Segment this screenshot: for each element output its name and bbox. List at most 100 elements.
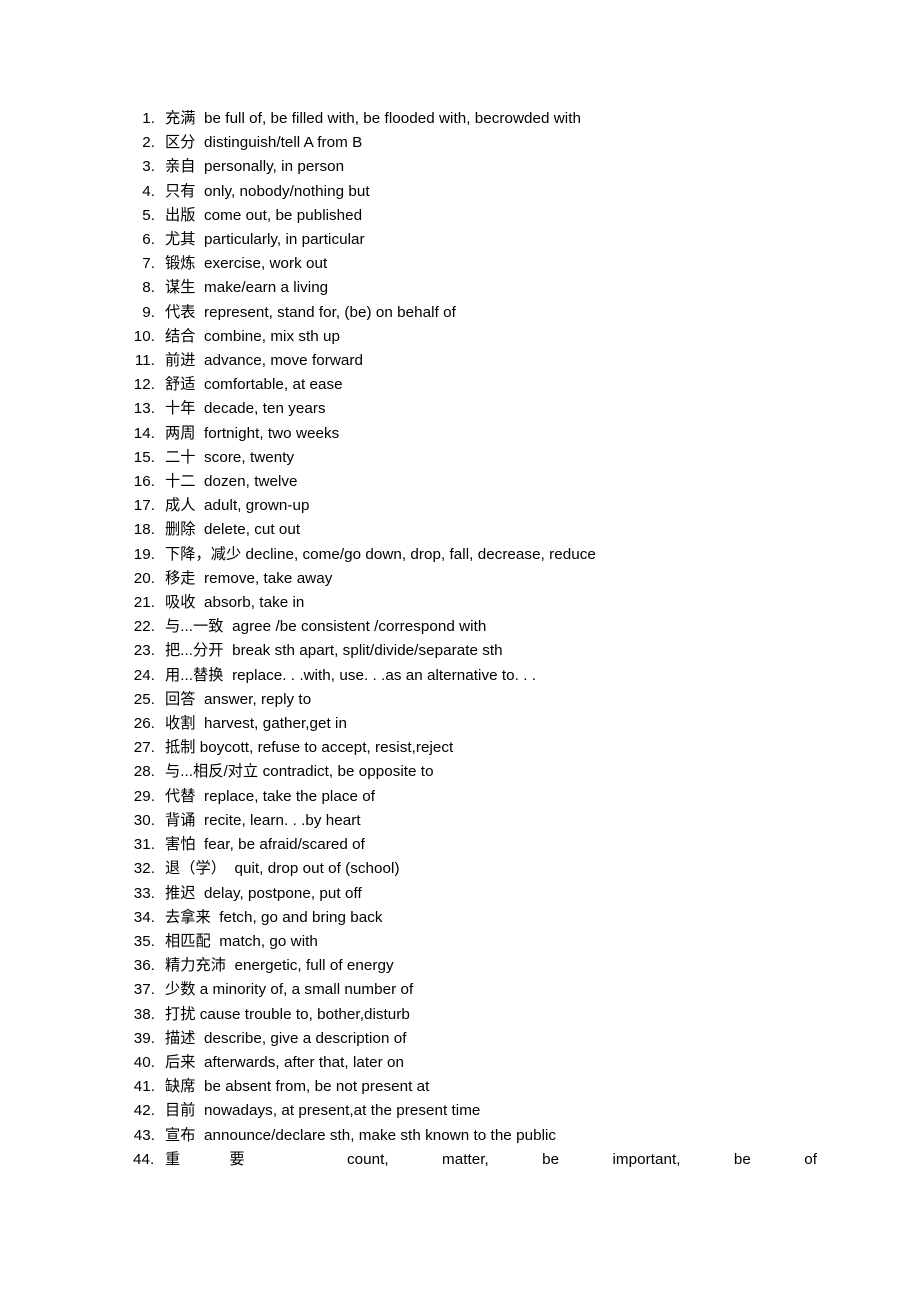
list-item: 13. 十年 decade, ten years [133,397,788,421]
list-item-term: 相匹配 [165,932,211,950]
list-item: 2. 区分 distinguish/tell A from B [133,131,788,155]
list-item-number: 30. [133,811,155,829]
list-item-term: 退（学） [165,860,226,878]
list-item: 17. 成人 adult, grown-up [133,494,788,518]
list-item-gloss: particularly, in particular [204,231,365,249]
list-item: 42. 目前 nowadays, at present,at the presen… [133,1099,788,1123]
list-item-term: 十二 [165,473,196,491]
list-item: 25. 回答 answer, reply to [133,688,788,712]
list-item-term: 背诵 [165,811,196,829]
list-item-term: 害怕 [165,836,196,854]
list-item-number: 27. [133,739,155,757]
list-item-number: 8. [142,279,155,297]
list-item-gloss: combine, mix sth up [204,327,341,345]
list-item-number: 38. [133,1005,155,1023]
list-item-gloss: personally, in person [204,158,345,176]
list-item: 11. 前进 advance, move forward [133,349,788,373]
list-item: 36. 精力充沛 energetic, full of energy [133,954,788,978]
list-item: 5. 出版 come out, be published [133,204,788,228]
list-item-number: 41. [133,1078,155,1096]
list-item-gloss: cause trouble to, bother,disturb [199,1005,410,1023]
list-item-number: 3. [142,158,155,176]
list-item-number: 13. [133,400,155,418]
list-item-gloss: dozen, twelve [204,473,298,491]
list-item-term: 缺席 [165,1078,196,1096]
list-item-number: 25. [133,690,155,708]
list-item-number: 2. [142,134,155,152]
list-item-term: 推迟 [165,884,196,902]
list-item-number: 20. [133,569,155,587]
list-item-term: 收割 [165,715,196,733]
list-item: 44. 重要 count, matter, be important, be of [133,1148,817,1172]
list-item-number: 40. [133,1053,155,1071]
list-item-number: 18. [133,521,155,539]
list-item-gloss: describe, give a description of [204,1029,407,1047]
list-item-number: 17. [133,497,155,515]
list-item-number: 1. [142,110,155,127]
list-item-gloss: decline, come/go down, drop, fall, decre… [245,545,596,563]
list-item: 22. 与...一致 agree /be consistent /correspo… [133,615,788,639]
list-item-number: 14. [133,424,155,442]
list-item: 19. 下降，减少 decline, come/go down, drop, fa… [133,543,788,567]
list-item-gloss: nowadays, at present,at the present time [204,1102,481,1120]
list-item-number: 33. [133,884,155,902]
list-item-gloss: only, nobody/nothing but [204,182,370,200]
vocabulary-content: 1. 充满 be full of, be filled with, be floo… [133,107,817,1172]
list-item-gloss: be full of, be filled with, be flooded w… [204,110,581,127]
list-item-gloss: harvest, gather,get in [204,715,347,733]
list-item-number: 9. [142,303,155,321]
list-item-term: 出版 [165,206,196,224]
list-item-term: 二十 [165,448,196,466]
list-item-term: 去拿来 [165,908,211,926]
list-item-term: 宣布 [165,1126,196,1144]
list-item-gloss: adult, grown-up [204,497,310,515]
list-item: 14. 两周 fortnight, two weeks [133,422,788,446]
list-item-term: 锻炼 [165,255,196,273]
list-item: 26. 收割 harvest, gather,get in [133,712,788,736]
list-item-number: 35. [133,932,155,950]
list-item-number: 12. [133,376,155,394]
list-item-term: 区分 [165,134,196,152]
list-item: 15. 二十 score, twenty [133,446,788,470]
list-item-number: 23. [133,642,155,660]
list-item-term: 把...分开 [165,642,224,660]
list-item-term: 与...相反/对立 [165,763,259,781]
list-item: 7. 锻炼 exercise, work out [133,252,788,276]
vocabulary-list: 1. 充满 be full of, be filled with, be floo… [133,107,817,1172]
list-item-gloss: agree /be consistent /correspond with [232,618,487,636]
list-item-term: 回答 [165,690,196,708]
list-item-term: 抵制 [165,739,196,757]
list-item-gloss: come out, be published [204,206,363,224]
list-item: 18. 删除 delete, cut out [133,518,788,542]
list-item-number: 4. [142,182,155,200]
list-item-gloss: match, go with [219,932,318,950]
list-item-gloss: fetch, go and bring back [219,908,383,926]
list-item-term: 成人 [165,497,196,515]
list-item-term: 重要 [165,1150,294,1168]
list-item: 3. 亲自 personally, in person [133,155,788,179]
list-item-term: 目前 [165,1102,196,1120]
list-item-term: 前进 [165,352,196,370]
list-item-number: 19. [133,545,155,563]
list-item-gloss: recite, learn. . .by heart [204,811,361,829]
list-item: 6. 尤其 particularly, in particular [133,228,788,252]
list-item-gloss: score, twenty [204,448,295,466]
list-item-number: 22. [133,618,155,636]
list-item-term: 结合 [165,327,196,345]
list-item-gloss: replace. . .with, use. . .as an alternat… [232,666,536,684]
list-item: 37. 少数 a minority of, a small number of [133,978,788,1002]
list-item-gloss: delete, cut out [204,521,301,539]
list-item-term: 十年 [165,400,196,418]
list-item-number: 26. [133,715,155,733]
list-item: 9. 代表 represent, stand for, (be) on behal… [133,301,788,325]
list-item-number: 10. [133,327,155,345]
list-item-gloss: absorb, take in [204,594,305,612]
list-item: 10. 结合 combine, mix sth up [133,325,788,349]
list-item-gloss: break sth apart, split/divide/separate s… [232,642,503,660]
list-item-term: 吸收 [165,594,196,612]
list-item: 40. 后来 afterwards, after that, later on [133,1051,788,1075]
list-item-gloss: announce/declare sth, make sth known to … [204,1126,557,1144]
list-item: 23. 把...分开 break sth apart, split/divide/… [133,639,788,663]
list-item-gloss: advance, move forward [204,352,363,370]
list-item-number: 42. [133,1102,155,1120]
